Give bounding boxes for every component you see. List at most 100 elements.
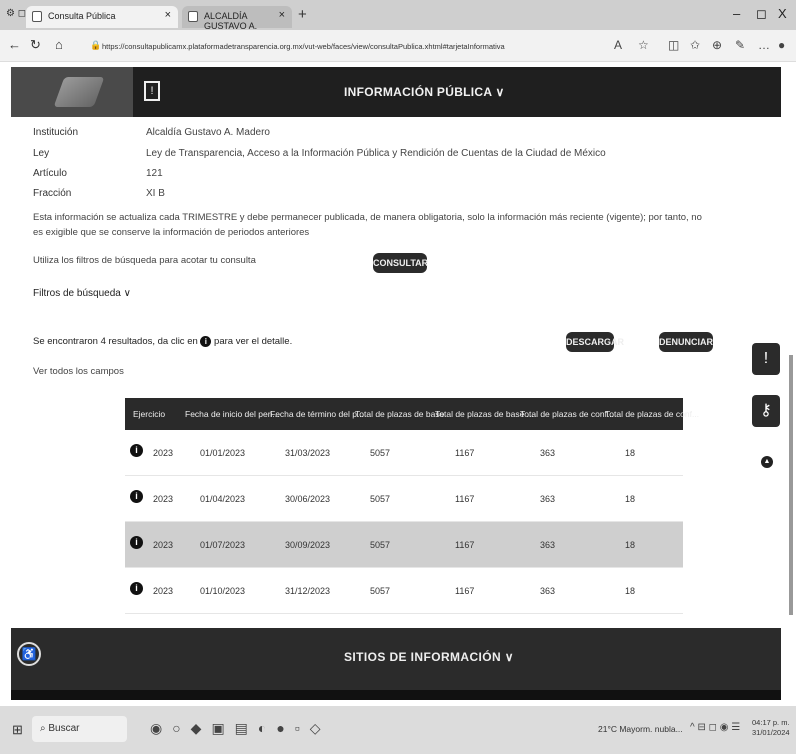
logo-mark-icon — [53, 77, 105, 107]
info-icon[interactable]: i — [130, 582, 143, 595]
weather-widget[interactable]: 21°C Mayorm. nubla... — [598, 724, 683, 734]
alert-icon[interactable]: ! — [752, 343, 780, 375]
close-icon[interactable]: × — [165, 9, 171, 21]
info-icon[interactable]: i — [130, 536, 143, 549]
extensions-icon[interactable]: ✎ — [735, 38, 745, 52]
table-row[interactable]: i 2023 01/01/2023 31/03/2023 5057 1167 3… — [125, 430, 683, 476]
more-icon[interactable]: … — [758, 38, 770, 52]
favorite-icon[interactable]: ☆ — [638, 38, 649, 52]
table-cell: 1167 — [455, 540, 475, 550]
table-cell: 2023 — [153, 448, 174, 458]
close-icon[interactable]: × — [279, 9, 285, 21]
info-icon: i — [200, 336, 212, 347]
taskbar-apps[interactable]: ◉○◆▣▤◐●▫◇ — [150, 720, 331, 737]
denunciar-button[interactable]: DENUNCIAR — [659, 332, 713, 352]
site-footer: ♿ SITIOS DE INFORMACIÓN ∨ — [11, 628, 781, 690]
column-header[interactable]: Total de plazas de conf... — [605, 409, 699, 419]
see-all-fields-link[interactable]: Ver todos los campos — [33, 366, 124, 377]
table-cell: 363 — [540, 540, 556, 550]
table-cell: 18 — [625, 540, 636, 550]
table-row[interactable]: i 2023 01/07/2023 30/09/2023 5057 1167 3… — [125, 522, 683, 568]
table-cell: 18 — [625, 448, 636, 458]
column-header[interactable]: Total de plazas de base — [355, 409, 444, 419]
favorites-icon[interactable]: ✩ — [690, 38, 700, 52]
read-aloud-icon[interactable]: A — [614, 38, 622, 52]
tab-consulta-publica[interactable]: Consulta Pública × — [26, 6, 178, 28]
table-cell: 01/10/2023 — [200, 586, 246, 596]
ley-value: Ley de Transparencia, Acceso a la Inform… — [146, 148, 606, 159]
browser-tab-bar: ⚙ ◻ Consulta Pública × ALCALDÍA GUSTAVO … — [0, 0, 796, 41]
table-cell: 363 — [540, 448, 556, 458]
scrollbar[interactable] — [789, 355, 793, 615]
restore-button[interactable]: ◻ — [756, 6, 767, 22]
table-row[interactable]: i 2023 01/10/2023 31/12/2023 5057 1167 3… — [125, 568, 683, 614]
search-label: Buscar — [48, 723, 80, 734]
column-header[interactable]: Total de plazas de conf... — [520, 409, 614, 419]
table-cell: 30/09/2023 — [285, 540, 331, 550]
table-cell: 1167 — [455, 586, 475, 596]
scroll-up-icon[interactable]: ▲ — [761, 456, 773, 468]
table-header: Ejercicio Fecha de inicio del peri... Fe… — [125, 398, 699, 430]
system-tray-icons[interactable]: ^ ⊟ ◻ ◉ ☰ — [690, 722, 740, 733]
browser-nav-bar: ← ↻ ⌂ 🔒 https://consultapublicamx.plataf… — [0, 30, 796, 62]
table-row[interactable]: i 2023 01/04/2023 30/06/2023 5057 1167 3… — [125, 476, 683, 522]
column-header[interactable]: Ejercicio — [133, 409, 165, 419]
table-cell: 2023 — [153, 540, 174, 550]
page-icon — [32, 11, 42, 22]
results-summary: Se encontraron 4 resultados, da clic en … — [33, 336, 292, 347]
table-cell: 1167 — [455, 448, 475, 458]
url-text: https://consultapublicamx.plataformadetr… — [102, 42, 505, 51]
table-cell: 31/03/2023 — [285, 448, 331, 458]
table-cell: 01/04/2023 — [200, 494, 246, 504]
home-icon[interactable]: ⌂ — [55, 37, 63, 52]
taskbar: ⊞ ⌕ Buscar ◉○◆▣▤◐●▫◇ 21°C Mayorm. nubla.… — [0, 706, 796, 754]
table-cell: 2023 — [153, 494, 174, 504]
table-cell: 5057 — [370, 448, 391, 458]
close-window-button[interactable]: X — [778, 6, 787, 21]
profile-icon[interactable]: ● — [778, 38, 785, 52]
column-header[interactable]: Fecha de inicio del peri... — [185, 409, 280, 419]
clock-date: 31/01/2024 — [752, 728, 790, 737]
filter-hint: Utiliza los filtros de búsqueda para aco… — [33, 255, 256, 266]
informacion-publica-menu[interactable]: INFORMACIÓN PÚBLICA ∨ — [344, 85, 505, 99]
table-cell: 363 — [540, 586, 556, 596]
exit-icon[interactable]: ! — [144, 81, 160, 101]
sitios-informacion-menu[interactable]: SITIOS DE INFORMACIÓN ∨ — [344, 650, 514, 664]
clock[interactable]: 04:17 p. m. 31/01/2024 — [752, 718, 790, 738]
table-cell: 01/07/2023 — [200, 540, 246, 550]
update-notice: Esta información se actualiza cada TRIME… — [33, 212, 702, 238]
key-icon[interactable]: ⚷ — [752, 395, 780, 427]
consultar-button[interactable]: CONSULTAR — [373, 253, 428, 273]
reload-icon[interactable]: ↻ — [30, 37, 41, 53]
tab-alcaldia[interactable]: ALCALDÍA GUSTAVO A. MADERO × — [182, 6, 292, 41]
back-icon[interactable]: ← — [8, 37, 21, 52]
split-screen-icon[interactable]: ◫ — [668, 38, 679, 52]
results-summary-text-end: para ver el detalle. — [214, 336, 293, 347]
results-table: Ejercicio Fecha de inicio del peri... Fe… — [125, 398, 699, 614]
fraccion-value: XI B — [146, 188, 165, 199]
articulo-value: 121 — [146, 168, 163, 179]
institucion-value: Alcaldía Gustavo A. Madero — [146, 127, 270, 138]
footer-strip — [11, 690, 781, 700]
lock-icon: 🔒 — [90, 40, 102, 50]
articulo-label: Artículo — [33, 168, 67, 179]
new-tab-icon[interactable]: + — [298, 6, 307, 23]
accessibility-icon[interactable]: ♿ — [17, 642, 41, 666]
collections-icon[interactable]: ⊕ — [712, 38, 722, 52]
descargar-button[interactable]: DESCARGAR — [566, 332, 624, 352]
minimize-button[interactable]: – — [733, 6, 740, 21]
table-cell: 01/01/2023 — [200, 448, 246, 458]
windows-start-icon[interactable]: ⊞ — [12, 722, 23, 738]
info-icon[interactable]: i — [130, 444, 143, 457]
tab-label: Consulta Pública — [48, 11, 116, 21]
column-header[interactable]: Fecha de término del p... — [270, 409, 364, 419]
fraccion-label: Fracción — [33, 188, 72, 199]
info-icon[interactable]: i — [130, 490, 143, 503]
taskbar-search[interactable]: ⌕ Buscar — [32, 716, 127, 742]
column-header[interactable]: Total de plazas de base ... — [435, 409, 534, 419]
table-cell: 2023 — [153, 586, 174, 596]
search-filters-toggle[interactable]: Filtros de búsqueda ∨ — [33, 288, 131, 299]
site-logo[interactable] — [11, 67, 133, 117]
address-bar[interactable]: 🔒 https://consultapublicamx.plataformade… — [88, 36, 586, 56]
window-menu-icon[interactable]: ⚙ ◻ — [6, 8, 26, 19]
